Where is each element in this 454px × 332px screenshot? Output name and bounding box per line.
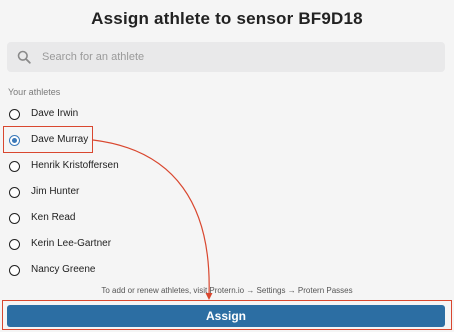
section-label: Your athletes: [8, 87, 61, 97]
athlete-name: Jim Hunter: [31, 186, 80, 197]
radio-button[interactable]: [9, 239, 20, 250]
athlete-option-kerin-lee-gartner[interactable]: Kerin Lee-Gartner: [0, 232, 454, 258]
athlete-option-ken-read[interactable]: Ken Read: [0, 206, 454, 232]
selection-highlight-annotation: [3, 126, 93, 153]
radio-button[interactable]: [9, 265, 20, 276]
radio-button[interactable]: [9, 109, 20, 120]
search-bar[interactable]: [7, 42, 445, 72]
athlete-option-jim-hunter[interactable]: Jim Hunter: [0, 180, 454, 206]
search-icon: [17, 50, 31, 64]
radio-button[interactable]: [9, 187, 20, 198]
assign-button[interactable]: Assign: [7, 305, 445, 327]
renew-athletes-hint: To add or renew athletes, visit Protern.…: [101, 286, 353, 295]
athlete-option-henrik-kristoffersen[interactable]: Henrik Kristoffersen: [0, 154, 454, 180]
radio-button[interactable]: [9, 213, 20, 224]
athlete-name: Henrik Kristoffersen: [31, 160, 119, 171]
athlete-name: Kerin Lee-Gartner: [31, 238, 112, 249]
athlete-option-nancy-greene[interactable]: Nancy Greene: [0, 258, 454, 284]
athlete-name: Ken Read: [31, 212, 76, 223]
athlete-name: Dave Irwin: [31, 108, 79, 119]
athlete-option-dave-irwin[interactable]: Dave Irwin: [0, 102, 454, 128]
dialog-title: Assign athlete to sensor BF9D18: [91, 9, 363, 28]
athlete-name: Nancy Greene: [31, 264, 96, 275]
search-input[interactable]: [34, 42, 442, 72]
radio-button[interactable]: [9, 161, 20, 172]
